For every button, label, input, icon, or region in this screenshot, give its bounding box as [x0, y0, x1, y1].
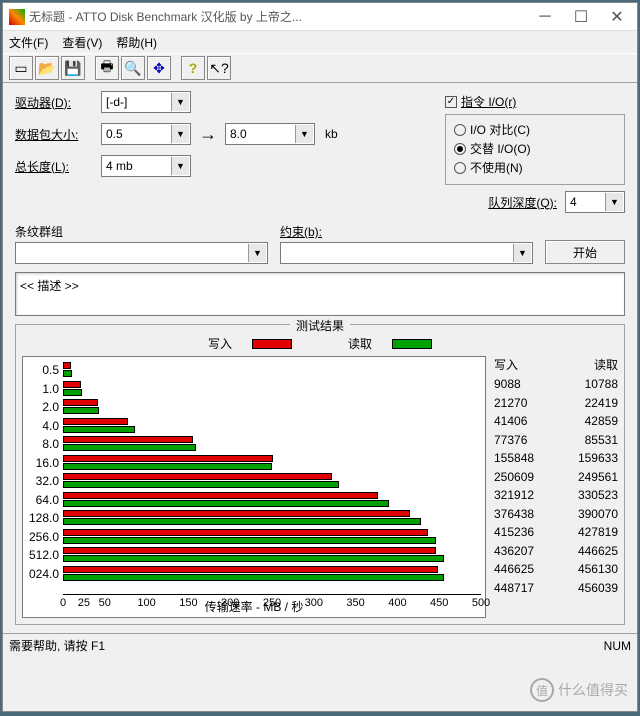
- alt-io-radio[interactable]: [454, 143, 466, 155]
- status-num: NUM: [604, 639, 631, 653]
- legend-read-swatch: [392, 339, 432, 349]
- chevron-down-icon: ▼: [171, 125, 189, 143]
- length-label: 总长度(L):: [15, 158, 101, 175]
- menubar: 文件(F) 查看(V) 帮助(H): [3, 31, 637, 53]
- titlebar: 无标题 - ATTO Disk Benchmark 汉化版 by 上帝之... …: [3, 3, 637, 31]
- menu-help[interactable]: 帮助(H): [116, 34, 157, 51]
- arrow-right-icon: →: [199, 124, 217, 145]
- data-table: 写入 读取 9088107882127022419414064285977376…: [494, 356, 618, 618]
- legend-read-label: 读取: [348, 335, 372, 352]
- legend-write-swatch: [252, 339, 292, 349]
- drive-label: 驱动器(D):: [15, 94, 101, 111]
- open-icon[interactable]: 📂: [35, 56, 59, 80]
- chevron-down-icon: ▼: [171, 157, 189, 175]
- minimize-button[interactable]: ─: [527, 4, 563, 30]
- move-icon[interactable]: ✥: [147, 56, 171, 80]
- cmd-io-checkbox[interactable]: [445, 96, 457, 108]
- packet-to-select[interactable]: 8.0▼: [225, 123, 315, 145]
- results-title: 测试结果: [290, 317, 350, 334]
- length-select[interactable]: 4 mb▼: [101, 155, 191, 177]
- window-title: 无标题 - ATTO Disk Benchmark 汉化版 by 上帝之...: [29, 8, 527, 25]
- close-button[interactable]: ✕: [599, 4, 635, 30]
- constraint-select[interactable]: ▼: [280, 242, 533, 264]
- print-icon[interactable]: 🖶: [95, 56, 119, 80]
- constraint-label: 约束(b):: [280, 223, 533, 240]
- cmd-io-label: 指令 I/O(r): [461, 93, 516, 110]
- bar-chart: 0.51.02.04.08.016.032.064.0128.0256.0512…: [22, 356, 486, 618]
- packet-label: 数据包大小:: [15, 126, 101, 143]
- table-header-write: 写入: [494, 356, 518, 373]
- queue-label: 队列深度(Q):: [488, 194, 557, 211]
- help-icon[interactable]: ?: [181, 56, 205, 80]
- menu-view[interactable]: 查看(V): [62, 34, 102, 51]
- save-icon[interactable]: 💾: [61, 56, 85, 80]
- x-axis-label: 传输速率 - MB / 秒: [205, 598, 304, 615]
- stripe-select[interactable]: ▼: [15, 242, 268, 264]
- stripe-label: 条纹群组: [15, 223, 268, 240]
- chevron-down-icon: ▼: [248, 244, 266, 262]
- description-input[interactable]: << 描述 >>: [15, 272, 625, 316]
- maximize-button[interactable]: ☐: [563, 4, 599, 30]
- chevron-down-icon: ▼: [295, 125, 313, 143]
- app-icon: [9, 9, 25, 25]
- results-panel: 测试结果 写入 读取 0.51.02.04.08.016.032.064.012…: [15, 324, 625, 625]
- legend-write-label: 写入: [208, 335, 232, 352]
- context-help-icon[interactable]: ↖?: [207, 56, 231, 80]
- packet-unit: kb: [325, 127, 338, 141]
- io-options-group: I/O 对比(C) 交替 I/O(O) 不使用(N): [445, 114, 625, 185]
- new-icon[interactable]: ▭: [9, 56, 33, 80]
- queue-select[interactable]: 4▼: [565, 191, 625, 213]
- no-use-radio[interactable]: [454, 162, 466, 174]
- io-compare-radio[interactable]: [454, 124, 466, 136]
- chevron-down-icon: ▼: [513, 244, 531, 262]
- preview-icon[interactable]: 🔍: [121, 56, 145, 80]
- status-text: 需要帮助, 请按 F1: [9, 637, 105, 654]
- drive-select[interactable]: [-d-]▼: [101, 91, 191, 113]
- start-button[interactable]: 开始: [545, 240, 625, 264]
- menu-file[interactable]: 文件(F): [9, 34, 48, 51]
- statusbar: 需要帮助, 请按 F1 NUM: [3, 633, 637, 657]
- table-header-read: 读取: [594, 356, 618, 373]
- packet-from-select[interactable]: 0.5▼: [101, 123, 191, 145]
- toolbar: ▭ 📂 💾 🖶 🔍 ✥ ? ↖?: [3, 53, 637, 83]
- chevron-down-icon: ▼: [171, 93, 189, 111]
- chevron-down-icon: ▼: [605, 193, 623, 211]
